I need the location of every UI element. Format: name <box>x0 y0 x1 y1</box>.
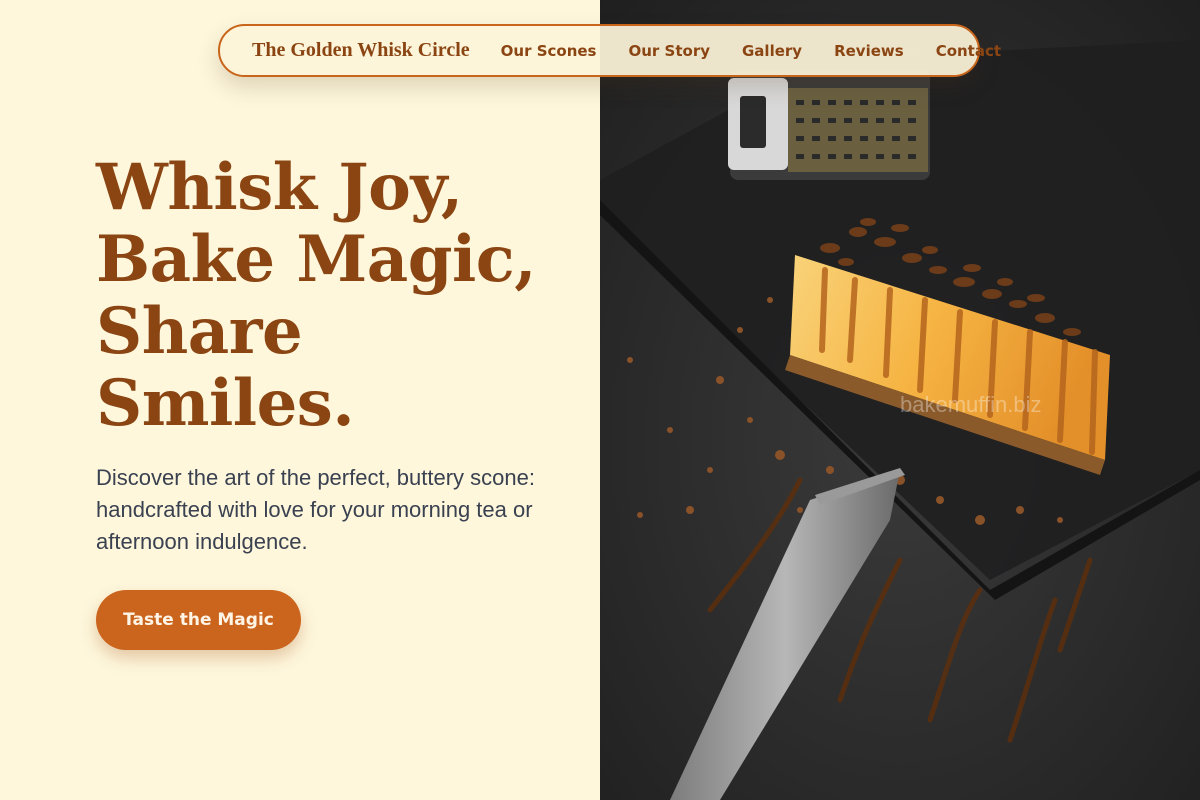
hero-title-line: Whisk Joy, <box>96 150 463 225</box>
hero-subtitle: Discover the art of the perfect, buttery… <box>96 465 535 554</box>
nav-links: Our Scones Our Story Gallery Reviews Con… <box>501 42 1001 60</box>
nav-link-gallery[interactable]: Gallery <box>742 42 802 60</box>
hero-photo: bakemuffin.biz <box>600 0 1200 800</box>
nav-link-our-story[interactable]: Our Story <box>628 42 710 60</box>
top-navbar: The Golden Whisk Circle Our Scones Our S… <box>218 24 1001 77</box>
taste-the-magic-button[interactable]: Taste the Magic <box>96 590 301 650</box>
hero-title: Whisk Joy, Bake Magic, Share Smiles. <box>96 152 576 440</box>
hero-title-line: Smiles. <box>96 366 355 441</box>
watermark: bakemuffin.biz <box>900 392 1041 417</box>
nav-link-our-scones[interactable]: Our Scones <box>501 42 597 60</box>
nav-link-reviews[interactable]: Reviews <box>834 42 904 60</box>
hero-title-line: Bake Magic, <box>96 222 537 297</box>
hero-title-line: Share <box>96 294 303 369</box>
brand-logo-text[interactable]: The Golden Whisk Circle <box>252 39 470 62</box>
nav-link-contact[interactable]: Contact <box>936 42 1001 60</box>
